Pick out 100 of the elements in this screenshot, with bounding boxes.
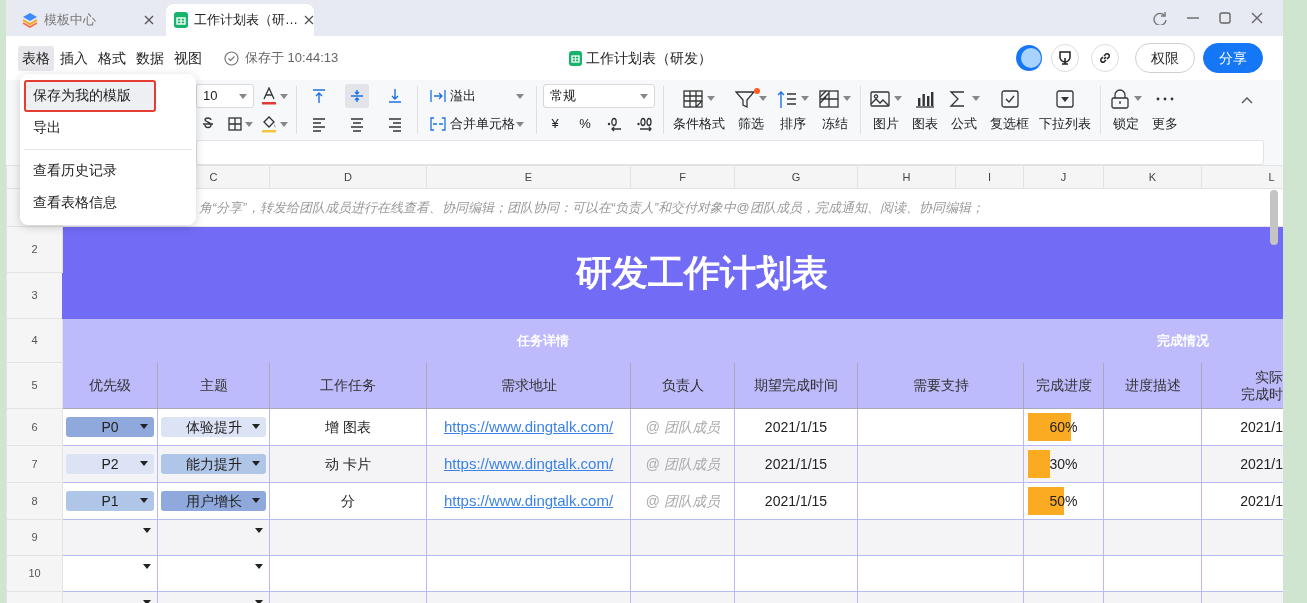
caret-icon xyxy=(640,93,648,99)
number-format-select[interactable]: 常规 xyxy=(543,84,655,108)
column-header: 负责人 xyxy=(630,362,735,409)
align-middle-icon xyxy=(350,89,364,103)
column-header: F xyxy=(630,165,735,189)
toolbar-button[interactable]: 图片 xyxy=(865,80,907,140)
present-button[interactable] xyxy=(1051,44,1079,72)
row-number: 8 xyxy=(6,482,63,520)
toolbar-button[interactable]: 下拉列表 xyxy=(1034,80,1096,140)
menu-item[interactable]: 表格 xyxy=(18,45,54,71)
row-number: 9 xyxy=(6,519,63,556)
caret-icon xyxy=(972,96,980,102)
caret-icon xyxy=(143,528,151,533)
font-size-select[interactable]: 10 xyxy=(196,84,254,108)
layers-icon xyxy=(22,12,38,28)
check-circle-icon xyxy=(224,50,239,66)
scrollbar-thumb[interactable] xyxy=(1270,190,1278,245)
browser-tab[interactable]: 工作计划表（研… xyxy=(166,4,314,36)
menu-item[interactable]: 保存为我的模版 xyxy=(24,80,156,112)
maximize-icon xyxy=(1219,11,1231,25)
topic-dropdown[interactable]: 体验提升 xyxy=(161,417,266,437)
column-header: K xyxy=(1103,165,1202,189)
column-header: D xyxy=(269,165,427,189)
row-number: 3 xyxy=(6,272,63,319)
caret-icon xyxy=(280,93,288,99)
strikethrough-icon xyxy=(202,117,214,131)
menu-item[interactable]: 数据 xyxy=(132,45,168,71)
column-header: H xyxy=(857,165,956,189)
share-button[interactable]: 分享 xyxy=(1203,43,1263,73)
priority-dropdown[interactable]: P1 xyxy=(66,491,154,511)
column-header: 主题 xyxy=(157,362,270,409)
sheet-icon xyxy=(174,12,188,28)
toolbar-button[interactable]: 条件格式 xyxy=(668,80,730,140)
placeholder-text: @ 团队成员 xyxy=(645,492,720,509)
caret-icon xyxy=(516,121,524,127)
dropdown-list-icon xyxy=(1055,88,1075,109)
column-header: J xyxy=(1023,165,1104,189)
image-icon xyxy=(870,88,890,109)
cell-text: 2021/1 xyxy=(1240,492,1283,509)
placeholder-text: @ 团队成员 xyxy=(645,455,720,472)
caret-icon xyxy=(255,528,263,533)
caret-icon xyxy=(280,121,288,127)
placeholder-text: @ 团队成员 xyxy=(645,418,720,435)
priority-dropdown[interactable]: P0 xyxy=(66,417,154,437)
toolbar-button[interactable]: 冻结 xyxy=(814,80,856,140)
caret-icon xyxy=(252,461,260,466)
align-bottom-icon xyxy=(388,89,402,103)
avatar-icon xyxy=(1015,44,1043,72)
caret-icon xyxy=(252,424,260,429)
section-header: 任务详情 xyxy=(62,318,1024,363)
align-left-icon xyxy=(312,116,326,132)
column-header: 进度描述 xyxy=(1103,362,1202,409)
overflow-select[interactable]: 溢出 xyxy=(424,84,530,108)
checkbox-icon xyxy=(999,88,1020,109)
toolbar-button[interactable]: 公式 xyxy=(943,80,985,140)
browser-tab[interactable]: 模板中心 xyxy=(14,4,162,36)
column-header: 实际 xyxy=(1255,368,1283,385)
menu-item[interactable]: 视图 xyxy=(170,45,206,71)
toolbar-button[interactable]: 更多 xyxy=(1147,80,1183,140)
link-button[interactable] xyxy=(1091,44,1119,72)
caret-icon xyxy=(801,96,809,102)
align-right-icon xyxy=(388,116,402,132)
menu-item[interactable]: 格式 xyxy=(94,45,130,71)
column-header: 工作任务 xyxy=(269,362,427,409)
document-title: 工作计划表（研发） xyxy=(586,48,712,68)
topic-dropdown[interactable]: 用户增长 xyxy=(161,491,266,511)
column-header: 需求地址 xyxy=(426,362,631,409)
permission-button[interactable]: 权限 xyxy=(1135,43,1195,73)
toolbar-button[interactable]: 图表 xyxy=(907,80,943,140)
freeze-grid-icon xyxy=(819,88,839,109)
vertical-align-button[interactable] xyxy=(345,84,369,108)
merge-cells-select[interactable]: 合并单元格 xyxy=(424,112,530,136)
column-header: E xyxy=(426,165,631,189)
section-header: 完成情况 xyxy=(1023,318,1283,363)
priority-dropdown[interactable]: P2 xyxy=(66,454,154,474)
row-number: 2 xyxy=(6,226,63,273)
toolbar-button[interactable]: 锁定 xyxy=(1105,80,1147,140)
menu-item[interactable]: 插入 xyxy=(56,45,92,71)
cell-text: 2021/1 xyxy=(1240,455,1283,472)
caret-icon xyxy=(239,93,247,99)
currency-button[interactable]: ¥ xyxy=(543,112,567,136)
cell-text: 2021/1/15 xyxy=(734,445,858,483)
formula-input[interactable] xyxy=(196,140,1264,165)
toolbar-button[interactable]: 复选框 xyxy=(985,80,1034,140)
row-number: 6 xyxy=(6,408,63,446)
percent-button[interactable]: % xyxy=(573,112,597,136)
caret-icon xyxy=(252,498,260,503)
column-header: 优先级 xyxy=(62,362,158,409)
filter-icon xyxy=(735,88,755,109)
column-header: I xyxy=(955,165,1024,189)
caret-icon xyxy=(843,96,851,102)
toolbar-button[interactable]: 筛选 xyxy=(730,80,772,140)
cell-text: 增 图表 xyxy=(269,408,427,446)
more-icon xyxy=(1155,96,1175,101)
topic-dropdown[interactable]: 能力提升 xyxy=(161,454,266,474)
border-icon xyxy=(228,117,242,131)
sheet-icon xyxy=(569,50,582,66)
row-number: 10 xyxy=(6,555,63,592)
toolbar-button[interactable]: 排序 xyxy=(772,80,814,140)
column-header: 需要支持 xyxy=(857,362,1024,409)
